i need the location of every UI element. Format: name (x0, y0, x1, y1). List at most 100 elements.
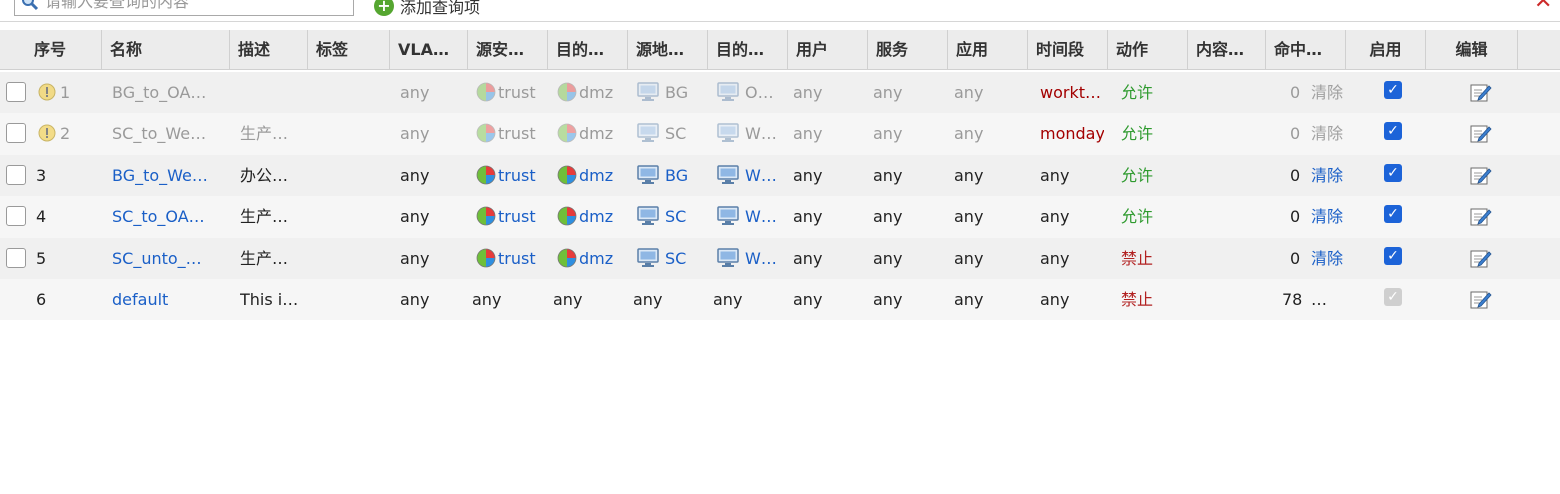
rule-dst-zone[interactable]: dmz (557, 238, 613, 279)
row-checkbox[interactable] (6, 123, 26, 144)
edit-icon[interactable] (1470, 206, 1492, 226)
edit-icon[interactable] (1470, 289, 1492, 309)
col-service[interactable]: 服务 (868, 30, 948, 70)
dst-zone-label: dmz (579, 83, 614, 102)
rule-name-link[interactable]: default (112, 279, 224, 320)
rule-dst-zone[interactable]: dmz (557, 196, 613, 237)
enable-checkbox[interactable]: ✓ (1384, 163, 1402, 182)
col-edit[interactable]: 编辑 (1426, 30, 1518, 70)
rule-action: 禁止 (1121, 289, 1154, 309)
table-row[interactable]: 1 BG_to_OA… any trust dmz BG O… any any any wo… (0, 72, 1560, 114)
rule-desc: 办公… (240, 165, 289, 185)
rule-src-addr[interactable]: BG (637, 72, 707, 113)
rule-app: any (954, 207, 984, 227)
rule-dst-addr[interactable]: W… (717, 113, 787, 154)
src-addr-label: BG (665, 83, 689, 102)
rule-name-link[interactable]: BG_to_OA… (112, 72, 224, 113)
rule-src-addr[interactable]: SC (637, 238, 707, 279)
col-hits[interactable]: 命中… (1266, 30, 1346, 70)
rule-time[interactable]: any (1040, 238, 1104, 279)
rule-src-addr[interactable]: BG (637, 155, 707, 196)
address-icon (717, 206, 739, 226)
table-row[interactable]: 5 SC_unto_… 生产… any trust dmz SC W… any any an… (0, 237, 1560, 279)
col-dst-addr[interactable]: 目的… (708, 30, 788, 70)
add-query-button[interactable]: + 添加查询项 (374, 0, 480, 18)
col-src-addr[interactable]: 源地… (628, 30, 708, 70)
rule-dst-zone[interactable]: dmz (557, 113, 613, 154)
edit-icon[interactable] (1470, 123, 1492, 143)
clear-hits-link[interactable]: 清除 (1311, 72, 1343, 113)
col-index[interactable]: 序号 (0, 30, 102, 70)
rule-time[interactable]: monday (1040, 113, 1104, 154)
table-row[interactable]: 3 BG_to_We… 办公… any trust dmz BG W… any any an… (0, 154, 1560, 197)
row-checkbox[interactable] (6, 164, 26, 185)
rule-name-link[interactable]: SC_to_OA… (112, 196, 224, 237)
clear-hits-link[interactable]: 清除 (1311, 155, 1343, 196)
rule-src-zone[interactable]: trust (476, 72, 536, 113)
src-addr-label: SC (665, 207, 687, 227)
rule-time[interactable]: any (1040, 279, 1104, 320)
col-src-zone[interactable]: 源安… (468, 30, 548, 70)
table-row[interactable]: 4 SC_to_OA… 生产… any trust dmz SC W… any any an… (0, 196, 1560, 238)
table-row[interactable]: 6 default This i… any any any any any any any any a… (0, 278, 1560, 321)
rule-dst-addr[interactable]: W… (717, 196, 787, 237)
row-checkbox[interactable] (6, 206, 26, 227)
rule-name-link[interactable]: SC_unto_… (112, 238, 224, 279)
rule-src-zone[interactable]: trust (476, 238, 536, 279)
col-dst-zone[interactable]: 目的… (548, 30, 628, 70)
col-action[interactable]: 动作 (1108, 30, 1188, 70)
src-zone-label: trust (498, 248, 536, 268)
search-input[interactable]: 请输入要查询的内容 (14, 0, 354, 16)
rule-dst-zone[interactable]: dmz (557, 155, 613, 196)
col-vlan[interactable]: VLA… (390, 30, 468, 70)
close-icon[interactable]: ✕ (1534, 0, 1554, 13)
rule-dst-addr[interactable]: W… (717, 238, 787, 279)
src-addr-label: SC (665, 248, 687, 268)
rule-src-addr[interactable]: SC (637, 113, 707, 154)
rule-name-link[interactable]: SC_to_We… (112, 113, 224, 154)
rule-vlan: any (400, 165, 430, 185)
rule-src-addr: any (633, 289, 663, 309)
col-desc[interactable]: 描述 (230, 30, 308, 70)
col-name[interactable]: 名称 (102, 30, 230, 70)
rule-time[interactable]: any (1040, 155, 1104, 196)
enable-checkbox[interactable]: ✓ (1384, 122, 1402, 141)
col-user[interactable]: 用户 (788, 30, 868, 70)
edit-icon[interactable] (1470, 82, 1492, 102)
row-checkbox[interactable] (6, 247, 26, 268)
clear-hits-link[interactable]: 清除 (1311, 113, 1343, 154)
rule-hits: 0 (1290, 248, 1301, 268)
enable-checkbox[interactable]: ✓ (1384, 246, 1402, 265)
table-row[interactable]: 2 SC_to_We… 生产… any trust dmz SC W… any any an… (0, 113, 1560, 155)
edit-icon[interactable] (1470, 248, 1492, 268)
rule-src-zone[interactable]: trust (476, 155, 536, 196)
rule-action: 允许 (1121, 165, 1154, 185)
col-app[interactable]: 应用 (948, 30, 1028, 70)
col-enabled[interactable]: 启用 (1346, 30, 1426, 70)
rule-time[interactable]: any (1040, 196, 1104, 237)
col-content[interactable]: 内容… (1188, 30, 1266, 70)
rule-src-zone[interactable]: trust (476, 113, 536, 154)
enable-checkbox[interactable]: ✓ (1384, 81, 1402, 99)
rule-dst-addr[interactable]: W… (717, 155, 787, 196)
rule-vlan: any (400, 207, 430, 227)
address-icon (637, 123, 659, 143)
address-icon (637, 165, 659, 184)
rule-src-addr[interactable]: SC (637, 196, 707, 237)
row-checkbox[interactable] (6, 82, 26, 102)
rule-time[interactable]: workt… (1040, 72, 1104, 113)
col-time[interactable]: 时间段 (1028, 30, 1108, 70)
rule-name-link[interactable]: BG_to_We… (112, 155, 224, 196)
clear-hits-link[interactable]: … (1311, 279, 1327, 320)
rule-desc: This i… (240, 289, 299, 309)
rule-src-zone[interactable]: trust (476, 196, 536, 237)
edit-icon[interactable] (1470, 165, 1492, 185)
col-tag[interactable]: 标签 (308, 30, 390, 70)
clear-hits-link[interactable]: 清除 (1311, 238, 1343, 279)
rule-user: any (793, 165, 823, 185)
enable-checkbox[interactable]: ✓ (1384, 205, 1402, 224)
rule-dst-addr[interactable]: O… (717, 72, 787, 113)
clear-hits-link[interactable]: 清除 (1311, 196, 1343, 237)
enable-checkbox[interactable]: ✓ (1384, 287, 1402, 306)
rule-dst-zone[interactable]: dmz (557, 72, 613, 113)
